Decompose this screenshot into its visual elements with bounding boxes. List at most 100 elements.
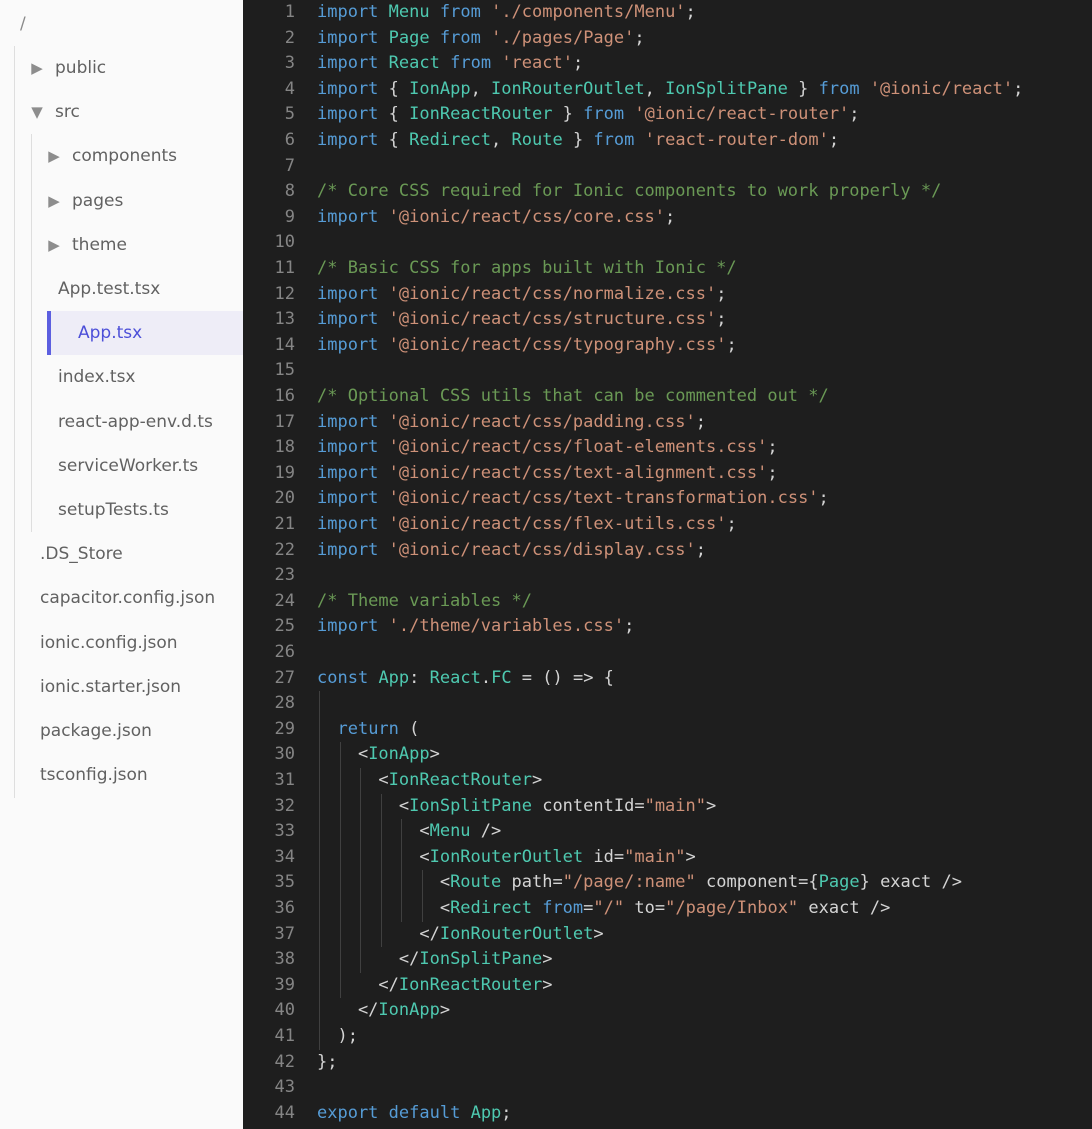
code-token: Menu [429, 821, 471, 842]
code-token: > [531, 770, 543, 790]
code-token: import [317, 411, 379, 432]
tree-item-label: react-app-env.d.ts [58, 411, 213, 432]
tree-item-public[interactable]: ▶ public [0, 46, 243, 90]
code-token: > [542, 974, 553, 995]
tree-item-app-test-tsx[interactable]: App.test.tsx [0, 267, 243, 311]
line-code: import '@ionic/react/css/structure.css'; [317, 307, 726, 333]
line-code: /* Optional CSS utils that can be commen… [317, 384, 829, 410]
code-editor[interactable]: 1 import Menu from './components/Menu'; 2 i… [243, 0, 1092, 1129]
tree-item-pages[interactable]: ▶ pages [0, 179, 243, 223]
line-code: </IonRouterOutlet> [317, 922, 604, 948]
code-token: { [378, 78, 410, 99]
code-token: IonApp [409, 78, 471, 99]
explorer-root[interactable]: / [0, 2, 243, 46]
code-token: export [317, 1102, 379, 1123]
code-token: '@ionic/react/css/flex-utils.css' [388, 514, 727, 534]
tree-item-label: pages [72, 190, 124, 211]
tree-item-components[interactable]: ▶ components [0, 134, 243, 178]
line-number: 3 [284, 53, 295, 74]
line-number: 41 [274, 1026, 295, 1046]
tree-item-src[interactable]: ▼ src [0, 90, 243, 134]
line-number: 4 [284, 78, 295, 99]
root-label: / [20, 14, 26, 34]
line-number: 38 [274, 949, 295, 970]
line-number: 22 [274, 539, 295, 560]
code-token: < [317, 872, 451, 893]
caret-down-icon[interactable]: ▼ [30, 103, 44, 121]
tree-item-serviceworker-ts[interactable]: serviceWorker.ts [0, 444, 243, 488]
code-token: Menu [388, 2, 430, 22]
code-token: FC [491, 667, 512, 688]
tree-item-react-app-env-d-ts[interactable]: react-app-env.d.ts [0, 400, 243, 444]
code-token: import [317, 2, 379, 22]
tree-item-label: components [72, 146, 178, 167]
code-token: /> [931, 872, 962, 893]
code-token: import [317, 283, 379, 304]
code-token: IonRouterOutlet [491, 78, 645, 99]
tree-item-setuptests-ts[interactable]: setupTests.ts [0, 488, 243, 532]
line-number: 32 [274, 795, 295, 816]
code-token: IonSplitPane [409, 795, 532, 816]
line-number: 27 [274, 667, 295, 688]
line-code: import React from 'react'; [317, 51, 583, 77]
code-token: < [317, 795, 410, 816]
tree-item-app-tsx[interactable]: App.tsx [47, 311, 243, 356]
code-token: import [317, 539, 379, 560]
code-token: > [593, 923, 604, 944]
code-token: Route [511, 130, 563, 150]
code-token: /> [859, 898, 891, 918]
caret-right-icon[interactable]: ▶ [47, 192, 61, 210]
line-code: </IonSplitPane> [317, 947, 553, 973]
code-token: '@ionic/react/css/text-transformation.cs… [388, 488, 819, 509]
tree-item-capacitor-config-json[interactable]: capacitor.config.json [0, 576, 243, 620]
code-token: exact [808, 898, 860, 918]
code-token: default [388, 1102, 461, 1123]
tree-guide-root [14, 46, 15, 798]
tree-item-theme[interactable]: ▶ theme [0, 223, 243, 267]
line-number: 24 [274, 590, 295, 611]
line-number: 12 [274, 283, 295, 304]
line-code: import './theme/variables.css'; [317, 614, 634, 640]
code-token: component [706, 872, 799, 893]
tree-item-ionic-config-json[interactable]: ionic.config.json [0, 621, 243, 665]
line-number: 30 [274, 744, 295, 765]
code-token: const [317, 667, 369, 688]
code-token: import [317, 27, 379, 48]
code-token: from [542, 898, 584, 918]
tree-item-ionic-starter-json[interactable]: ionic.starter.json [0, 665, 243, 709]
tree-item-label: capacitor.config.json [40, 588, 216, 609]
code-token: < [317, 846, 430, 867]
line-code: import '@ionic/react/css/text-transforma… [317, 486, 829, 512]
code-token: ; [726, 334, 737, 355]
code-token: ; [695, 539, 706, 560]
code-token: import [317, 130, 379, 150]
tree-item-ds-store[interactable]: .DS_Store [0, 532, 243, 576]
tree-item-label: theme [72, 234, 127, 255]
caret-right-icon[interactable]: ▶ [47, 236, 61, 254]
line-number: 35 [274, 872, 295, 893]
caret-right-icon[interactable]: ▶ [30, 59, 44, 77]
code-token: "/page/Inbox" [665, 898, 799, 918]
tree-item-label: src [55, 102, 80, 123]
caret-right-icon[interactable]: ▶ [47, 147, 61, 165]
code-token: contentId [542, 795, 635, 816]
tree-item-index-tsx[interactable]: index.tsx [0, 355, 243, 399]
line-number: 42 [274, 1051, 295, 1072]
tree-item-package-json[interactable]: package.json [0, 709, 243, 753]
code-token: from [450, 53, 492, 74]
tree-guide-src [31, 134, 32, 532]
tree-item-tsconfig-json[interactable]: tsconfig.json [0, 753, 243, 797]
